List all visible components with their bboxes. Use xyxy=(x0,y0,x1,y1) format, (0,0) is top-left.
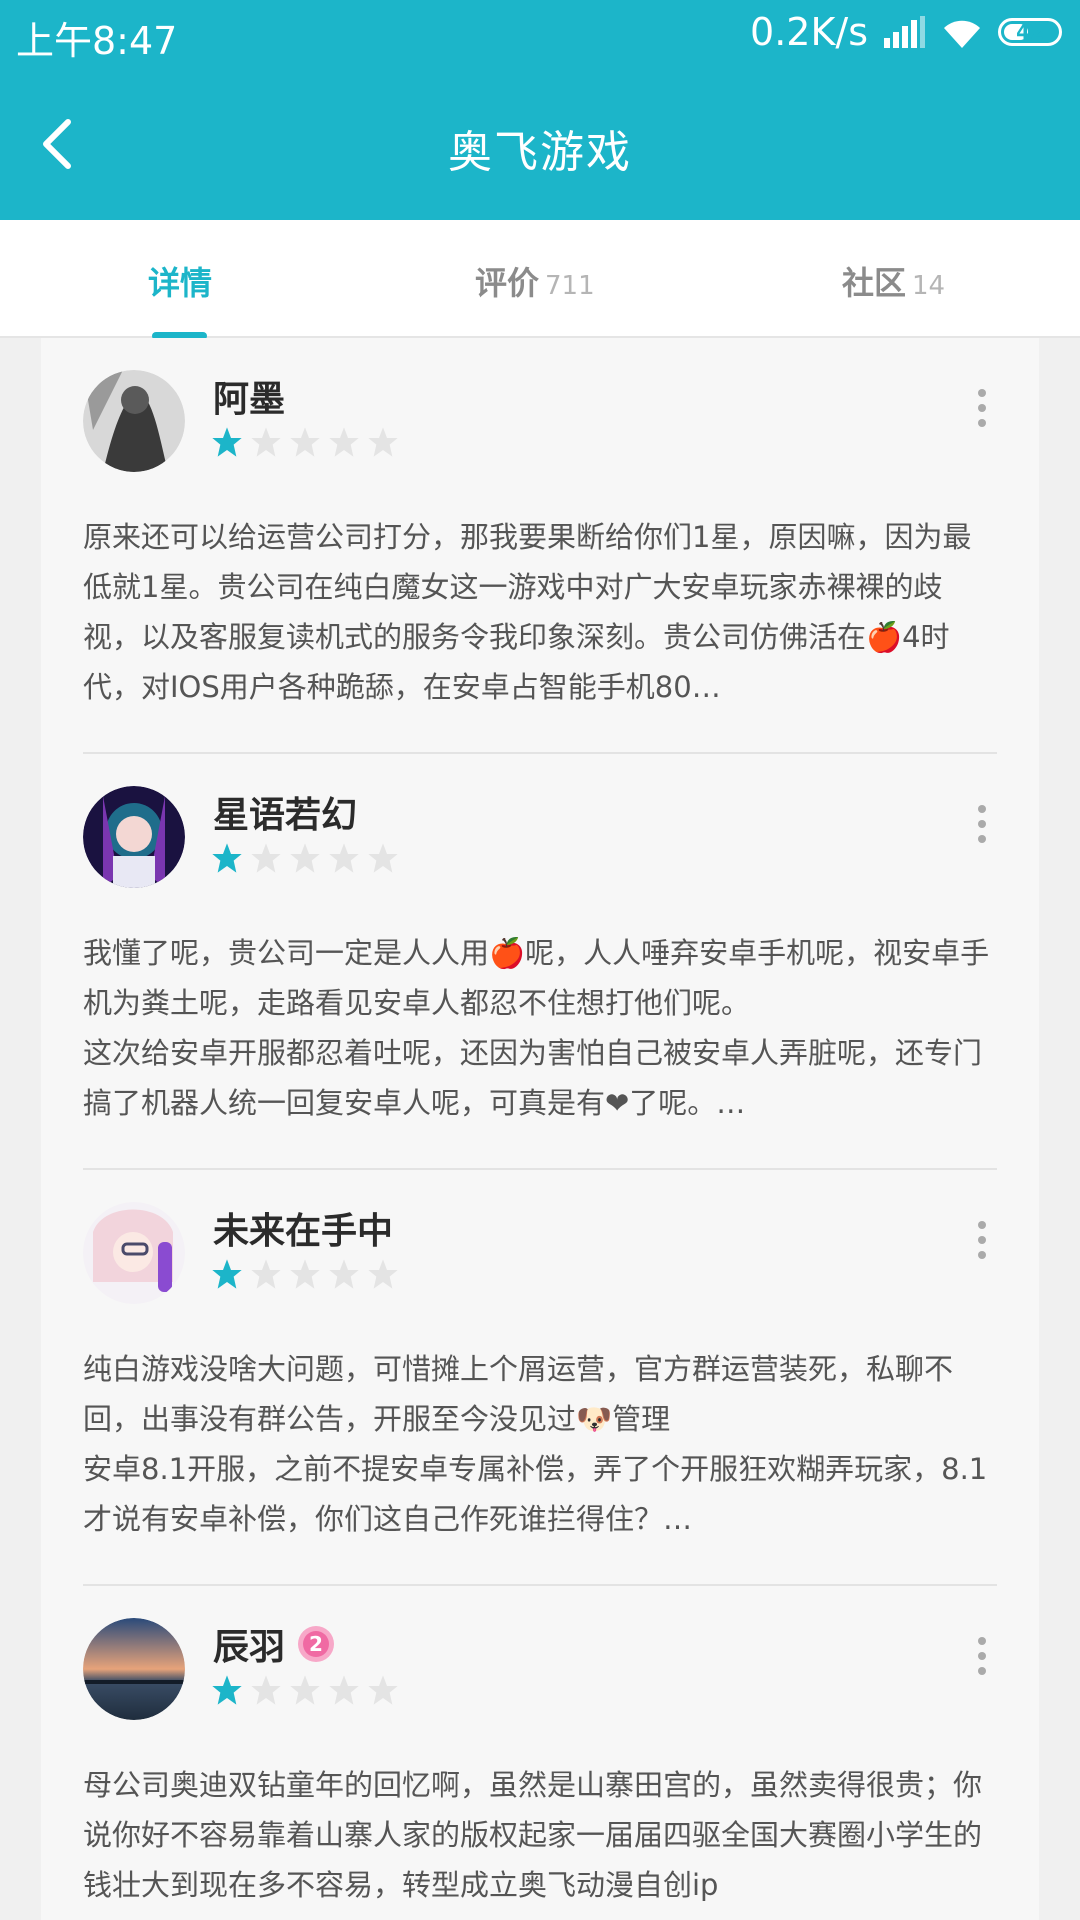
more-options-icon[interactable] xyxy=(977,1220,987,1260)
tab-community-count: 14 xyxy=(912,271,946,301)
star-empty-icon xyxy=(290,843,320,873)
avatar[interactable] xyxy=(83,1618,185,1720)
tab-community-label: 社区 xyxy=(842,264,907,302)
username-text: 未来在手中 xyxy=(213,1211,394,1252)
star-empty-icon xyxy=(251,1259,281,1289)
star-empty-icon xyxy=(329,1675,359,1705)
review-item: 未来在手中 纯白游戏没啥大问题，可惜摊上个屑运营，官方群运营装死，私聊不回，出事… xyxy=(41,1170,1039,1586)
app-bar: 奥飞游戏 xyxy=(0,68,1080,220)
tab-reviews[interactable]: 评价 711 xyxy=(475,258,595,304)
more-options-icon[interactable] xyxy=(977,388,987,428)
star-empty-icon xyxy=(251,427,281,457)
review-item: 星语若幻 我懂了呢，贵公司一定是人人用🍎呢，人人唾弃安卓手机呢，视安卓手机为粪土… xyxy=(41,754,1039,1170)
tab-reviews-count: 711 xyxy=(545,271,595,301)
star-filled-icon xyxy=(212,843,242,873)
rating-stars xyxy=(211,842,399,874)
star-empty-icon xyxy=(251,843,281,873)
username[interactable]: 未来在手中 xyxy=(213,1202,393,1254)
star-empty-icon xyxy=(368,1675,398,1705)
avatar[interactable] xyxy=(83,786,185,888)
star-empty-icon xyxy=(329,843,359,873)
rating-stars xyxy=(211,1674,399,1706)
star-empty-icon xyxy=(368,1259,398,1289)
more-options-icon[interactable] xyxy=(977,1636,987,1676)
tab-details-label: 详情 xyxy=(148,264,213,302)
tab-bar: 详情 评价 711 社区 14 xyxy=(0,220,1080,340)
more-options-icon[interactable] xyxy=(977,804,987,844)
review-text[interactable]: 纯白游戏没啥大问题，可惜摊上个屑运营，官方群运营装死，私聊不回，出事没有群公告，… xyxy=(83,1344,997,1584)
username[interactable]: 星语若幻 xyxy=(213,786,357,838)
star-empty-icon xyxy=(368,843,398,873)
avatar[interactable] xyxy=(83,1202,185,1304)
star-empty-icon xyxy=(329,427,359,457)
star-filled-icon xyxy=(212,1675,242,1705)
status-time: 上午8:47 xyxy=(16,19,178,63)
review-item: 阿墨 原来还可以给运营公司打分，那我要果断给你们1星，原因嘛，因为最低就1星。贵… xyxy=(41,338,1039,754)
tab-community[interactable]: 社区 14 xyxy=(842,258,945,304)
signal-icon xyxy=(884,16,925,48)
rating-stars xyxy=(211,426,399,458)
username-text: 辰羽 xyxy=(213,1627,286,1668)
star-filled-icon xyxy=(212,427,242,457)
username-text: 阿墨 xyxy=(213,379,286,420)
wifi-icon xyxy=(944,20,980,48)
star-empty-icon xyxy=(251,1675,281,1705)
star-empty-icon xyxy=(329,1259,359,1289)
review-item: 辰羽 2 母公司奥迪双钻童年的回忆啊，虽然是山寨田宫的，虽然卖得很贵；你说你好不… xyxy=(41,1586,1039,1920)
review-text[interactable]: 母公司奥迪双钻童年的回忆啊，虽然是山寨田宫的，虽然卖得很贵；你说你好不容易靠着山… xyxy=(83,1760,997,1920)
review-text[interactable]: 我懂了呢，贵公司一定是人人用🍎呢，人人唾弃安卓手机呢，视安卓手机为粪土呢，走路看… xyxy=(83,928,997,1168)
star-empty-icon xyxy=(290,427,320,457)
page-title: 奥飞游戏 xyxy=(448,127,632,178)
review-text[interactable]: 原来还可以给运营公司打分，那我要果断给你们1星，原因嘛，因为最低就1星。贵公司在… xyxy=(83,512,997,752)
rating-stars xyxy=(211,1258,399,1290)
network-speed: 0.2K/s xyxy=(750,10,868,54)
status-bar: 上午8:47 0.2K/s 42 xyxy=(0,0,1080,68)
star-filled-icon xyxy=(212,1259,242,1289)
level-badge-number: 2 xyxy=(309,1632,323,1656)
battery-icon: 42 xyxy=(998,18,1062,46)
username[interactable]: 阿墨 xyxy=(213,370,285,422)
star-empty-icon xyxy=(290,1259,320,1289)
battery-level: 42 xyxy=(1016,20,1044,44)
username-text: 星语若幻 xyxy=(213,795,358,836)
star-empty-icon xyxy=(290,1675,320,1705)
username[interactable]: 辰羽 2 xyxy=(213,1618,335,1670)
status-indicators: 0.2K/s 42 xyxy=(750,10,1062,54)
tab-reviews-label: 评价 xyxy=(475,264,540,302)
level-badge-icon: 2 xyxy=(298,1626,335,1662)
star-empty-icon xyxy=(368,427,398,457)
tab-details[interactable]: 详情 xyxy=(148,258,212,304)
avatar[interactable] xyxy=(83,370,185,472)
review-list: 阿墨 原来还可以给运营公司打分，那我要果断给你们1星，原因嘛，因为最低就1星。贵… xyxy=(41,338,1039,1920)
